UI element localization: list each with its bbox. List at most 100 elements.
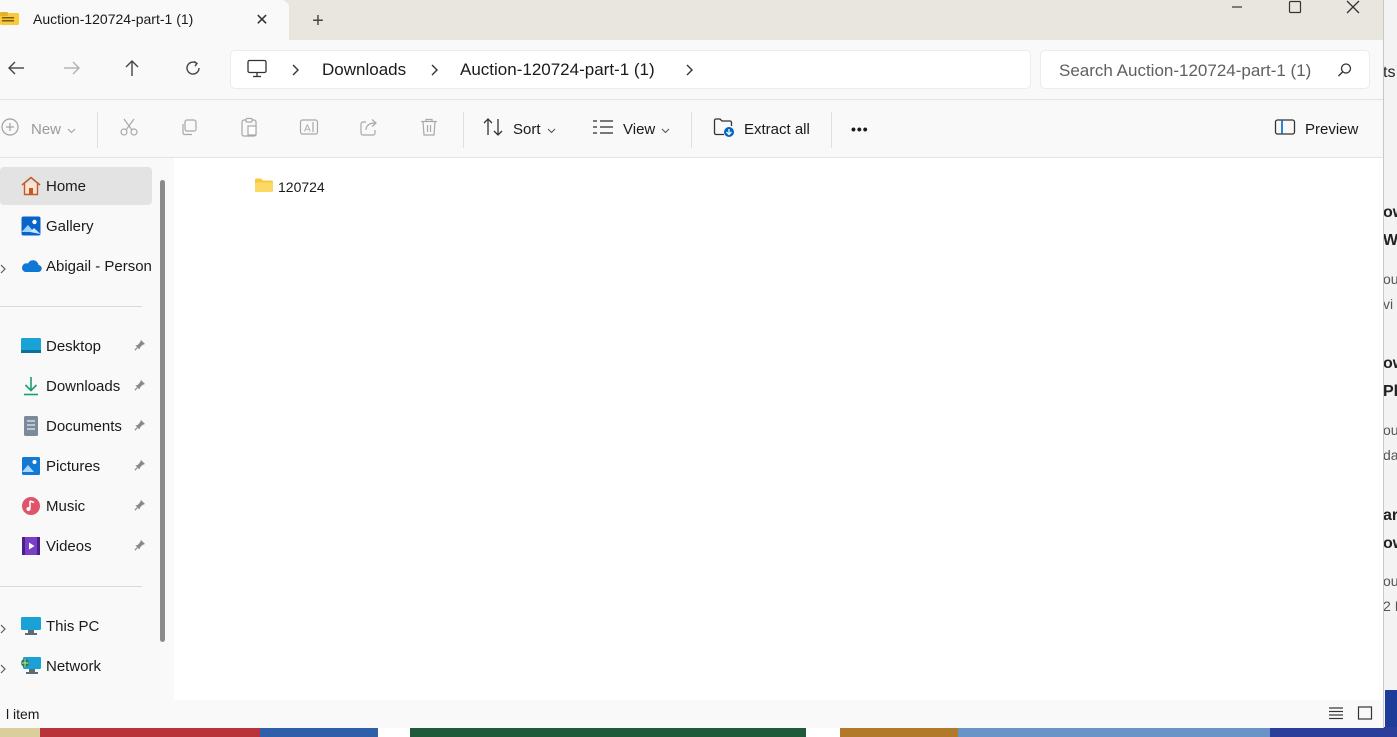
refresh-button[interactable] <box>177 54 209 86</box>
sidebar-item-label: Videos <box>46 537 92 555</box>
computer-icon <box>20 615 42 637</box>
preview-label: Preview <box>1305 120 1359 138</box>
copy-button[interactable] <box>179 100 199 158</box>
sidebar-item-pictures[interactable]: Pictures <box>0 447 152 485</box>
address-bar[interactable]: Downloads Auction-120724-part-1 (1) <box>230 50 1031 89</box>
home-icon <box>20 175 42 197</box>
bg-text-fragment: vi <box>1383 296 1394 312</box>
preview-pane-icon <box>1274 118 1296 140</box>
bg-text-fragment: ow <box>1383 535 1397 552</box>
chevron-right-icon[interactable] <box>0 621 8 638</box>
preview-pane-button[interactable]: Preview <box>1274 100 1358 158</box>
more-dots-icon: ••• <box>851 121 869 137</box>
new-button[interactable]: New <box>0 100 76 158</box>
delete-button[interactable] <box>419 100 439 158</box>
sidebar-item-label: This PC <box>46 617 100 635</box>
chevron-right-icon[interactable] <box>683 62 697 78</box>
sidebar-item-gallery[interactable]: Gallery <box>0 207 152 245</box>
pin-icon[interactable] <box>134 498 146 515</box>
pin-icon[interactable] <box>134 378 146 395</box>
view-label: View <box>623 120 656 138</box>
extract-all-label: Extract all <box>744 120 810 138</box>
search-icon[interactable] <box>1337 62 1353 82</box>
back-button[interactable] <box>0 54 32 86</box>
title-bar: Auction-120724-part-1 (1) ✕ + <box>0 0 1383 40</box>
folder-item[interactable]: 120724 <box>254 176 325 198</box>
folder-name: 120724 <box>278 179 325 195</box>
chevron-down-icon <box>67 121 76 138</box>
sidebar-item-documents[interactable]: Documents <box>0 407 152 445</box>
tab-current-folder[interactable]: Auction-120724-part-1 (1) ✕ <box>0 0 289 40</box>
chevron-right-icon[interactable] <box>289 62 303 78</box>
close-window-button[interactable] <box>1330 0 1376 18</box>
document-icon <box>20 415 42 437</box>
search-input[interactable]: Search Auction-120724-part-1 (1) <box>1059 61 1317 81</box>
pin-icon[interactable] <box>134 338 146 355</box>
videos-icon <box>20 535 42 557</box>
sidebar-divider <box>0 306 142 307</box>
chevron-right-icon[interactable] <box>0 261 8 278</box>
tiles-view-icon[interactable] <box>1357 706 1375 722</box>
sidebar-item-network[interactable]: Network <box>0 647 152 685</box>
pin-icon[interactable] <box>134 418 146 435</box>
up-button[interactable] <box>116 54 148 86</box>
arrow-right-icon <box>63 60 81 80</box>
rename-button[interactable]: A <box>299 100 319 158</box>
arrow-left-icon <box>7 60 25 80</box>
view-button[interactable]: View <box>592 100 670 158</box>
toolbar-divider <box>97 112 98 148</box>
bg-text-fragment: ow <box>1383 204 1397 221</box>
trash-icon <box>419 117 439 141</box>
breadcrumb-downloads[interactable]: Downloads <box>322 60 406 80</box>
paste-button[interactable] <box>239 100 259 158</box>
sidebar-scrollbar[interactable] <box>160 180 165 642</box>
details-view-icon[interactable] <box>1328 706 1346 722</box>
sidebar-item-desktop[interactable]: Desktop <box>0 327 152 365</box>
toolbar-divider <box>691 112 692 148</box>
sidebar-item-onedrive[interactable]: Abigail - Person <box>0 247 152 285</box>
view-list-icon <box>592 118 614 140</box>
bg-text-fragment: da <box>1383 447 1397 463</box>
background-thumbnails-strip <box>0 727 1397 737</box>
command-bar: New A Sort View Extract all ••• Preview <box>0 100 1383 158</box>
breadcrumb-current-folder[interactable]: Auction-120724-part-1 (1) <box>460 60 655 80</box>
sidebar-item-label: Home <box>46 177 87 195</box>
pin-icon[interactable] <box>134 538 146 555</box>
chevron-right-icon[interactable] <box>0 661 8 678</box>
more-options-button[interactable]: ••• <box>851 100 869 158</box>
sidebar-item-music[interactable]: Music <box>0 487 152 525</box>
pin-icon[interactable] <box>134 458 146 475</box>
sidebar-item-label: Pictures <box>46 457 101 475</box>
svg-text:A: A <box>304 124 311 135</box>
maximize-button[interactable] <box>1272 0 1318 18</box>
chevron-down-icon <box>661 121 670 138</box>
sidebar-item-downloads[interactable]: Downloads <box>0 367 152 405</box>
forward-button[interactable] <box>56 54 88 86</box>
copy-icon <box>179 117 199 141</box>
cut-button[interactable] <box>119 100 139 158</box>
new-tab-button[interactable]: + <box>305 8 331 34</box>
zip-folder-icon <box>0 12 20 26</box>
share-icon <box>359 117 379 141</box>
chevron-down-icon <box>547 121 556 138</box>
sidebar-divider <box>0 586 142 587</box>
extract-all-button[interactable]: Extract all <box>713 100 810 158</box>
file-list-area: 120724 <box>174 158 1383 700</box>
sidebar-item-home[interactable]: Home <box>0 167 152 205</box>
refresh-icon <box>184 59 202 81</box>
computer-icon <box>246 59 268 83</box>
sidebar-item-videos[interactable]: Videos <box>0 527 152 565</box>
sort-button[interactable]: Sort <box>482 100 556 158</box>
search-box[interactable]: Search Auction-120724-part-1 (1) <box>1040 50 1370 89</box>
bg-text-fragment: ou <box>1383 422 1397 438</box>
gallery-icon <box>20 215 42 237</box>
share-button[interactable] <box>359 100 379 158</box>
chevron-right-icon[interactable] <box>428 62 442 78</box>
pictures-icon <box>20 455 42 477</box>
background-window-fragment: ts ow Win ou vi ow Ph ou da ar ow ou 2 I <box>1383 0 1397 737</box>
tab-close-button[interactable]: ✕ <box>250 8 274 32</box>
toolbar-divider <box>831 112 832 148</box>
extract-folder-icon <box>713 117 735 141</box>
minimize-button[interactable] <box>1214 0 1260 18</box>
sidebar-item-this-pc[interactable]: This PC <box>0 607 152 645</box>
